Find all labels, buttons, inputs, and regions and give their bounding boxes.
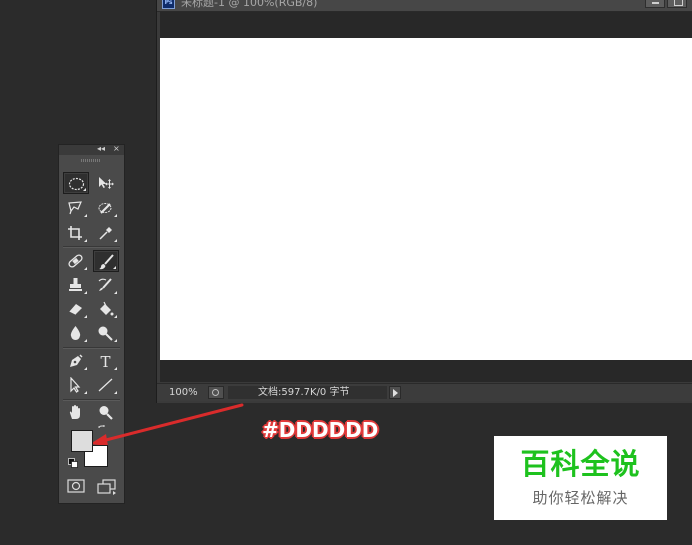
- document-window: Ps 未标题-1 @ 100%(RGB/8) 100% 文档:597.7K/0 …: [156, 0, 692, 403]
- tool-flyout-indicator: [114, 367, 117, 370]
- lasso-tool[interactable]: [63, 197, 89, 219]
- svg-text:T: T: [100, 353, 110, 369]
- tool-flyout-indicator: [113, 266, 116, 269]
- status-bar: 100% 文档:597.7K/0 字节: [157, 383, 692, 401]
- brush-tool[interactable]: [93, 250, 119, 272]
- status-options-icon[interactable]: [208, 386, 224, 399]
- tool-flyout-indicator: [84, 214, 87, 217]
- paint-bucket-icon: [100, 301, 114, 316]
- photoshop-app-icon: Ps: [162, 0, 175, 9]
- type-icon: T: [100, 353, 110, 369]
- tool-flyout-indicator: [114, 239, 117, 242]
- dodge-tool[interactable]: [93, 322, 119, 344]
- panel-grip[interactable]: [81, 159, 101, 162]
- blur-drop-icon: [70, 326, 81, 340]
- hand-tool[interactable]: [63, 401, 89, 423]
- document-title: 未标题-1 @ 100%(RGB/8): [181, 0, 318, 9]
- eraser-tool[interactable]: [63, 298, 89, 320]
- tool-flyout-indicator: [114, 339, 117, 342]
- tool-flyout-indicator: [114, 291, 117, 294]
- tools-panel: ◂◂ × T: [58, 144, 125, 504]
- zoom-icon: [99, 406, 113, 420]
- zoom-level[interactable]: 100%: [169, 385, 198, 400]
- tool-flyout-indicator: [114, 391, 117, 394]
- polygonal-lasso-icon: [68, 201, 82, 215]
- zoom-tool[interactable]: [93, 401, 119, 423]
- screen-root: Ps 未标题-1 @ 100%(RGB/8) 100% 文档:597.7K/0 …: [0, 0, 692, 545]
- tool-flyout-indicator: [84, 267, 87, 270]
- line-tool[interactable]: [93, 374, 119, 396]
- path-selection-tool[interactable]: [63, 374, 89, 396]
- elliptical-marquee-tool[interactable]: [63, 172, 89, 194]
- collapse-panel-icon[interactable]: ◂◂: [97, 143, 105, 155]
- dodge-icon: [98, 326, 113, 341]
- blur-tool[interactable]: [63, 322, 89, 344]
- history-brush-tool[interactable]: [93, 274, 119, 296]
- tools-divider: [63, 347, 120, 349]
- swap-colors-icon[interactable]: [97, 425, 107, 435]
- tool-flyout-indicator: [114, 315, 117, 318]
- quick-selection-icon: [98, 203, 112, 214]
- move-tool[interactable]: [93, 172, 119, 194]
- tools-divider: [63, 246, 120, 248]
- canvas[interactable]: [160, 38, 692, 360]
- clone-stamp-tool[interactable]: [63, 274, 89, 296]
- document-titlebar[interactable]: Ps 未标题-1 @ 100%(RGB/8): [157, 0, 692, 12]
- hand-icon: [69, 405, 80, 419]
- tool-flyout-indicator: [84, 339, 87, 342]
- tool-flyout-indicator: [84, 239, 87, 242]
- crop-tool[interactable]: [63, 222, 89, 244]
- tool-flyout-indicator: [83, 188, 86, 191]
- healing-brush-tool[interactable]: [63, 250, 89, 272]
- history-brush-icon: [98, 278, 112, 291]
- crop-icon: [68, 226, 82, 240]
- watermark-subtitle: 助你轻松解决: [532, 489, 629, 507]
- line-icon: [98, 378, 113, 392]
- quick-selection-tool[interactable]: [93, 197, 119, 219]
- move-icon: [99, 177, 114, 189]
- doc-info-text: 文档:597.7K/0 字节: [258, 387, 350, 398]
- tool-flyout-indicator: [84, 367, 87, 370]
- path-selection-icon: [70, 377, 81, 393]
- watermark-logo: 百科全说 助你轻松解决: [494, 436, 667, 520]
- tool-flyout-indicator: [114, 214, 117, 217]
- quick-mask-icon[interactable]: [67, 479, 85, 493]
- eyedropper-icon: [99, 227, 112, 240]
- watermark-title: 百科全说: [520, 447, 641, 481]
- tool-flyout-indicator: [84, 315, 87, 318]
- close-panel-icon[interactable]: ×: [113, 143, 120, 155]
- eraser-icon: [68, 304, 82, 316]
- stamp-icon: [69, 278, 82, 291]
- paint-bucket-tool[interactable]: [93, 298, 119, 320]
- foreground-color-swatch[interactable]: [71, 430, 93, 452]
- status-menu-arrow-icon[interactable]: [389, 386, 401, 399]
- maximize-button[interactable]: [667, 0, 687, 8]
- tool-flyout-indicator: [84, 391, 87, 394]
- screen-mode-icon[interactable]: [97, 479, 117, 495]
- tool-flyout-indicator: [84, 291, 87, 294]
- pen-icon: [70, 354, 83, 367]
- pen-tool[interactable]: [63, 350, 89, 372]
- default-colors-icon[interactable]: [68, 458, 78, 468]
- annotation-color-label: #DDDDDD: [262, 418, 379, 442]
- tools-panel-header[interactable]: ◂◂ ×: [59, 143, 124, 155]
- type-tool[interactable]: T: [93, 350, 119, 372]
- eyedropper-tool[interactable]: [93, 222, 119, 244]
- canvas-pasteboard[interactable]: [160, 12, 692, 382]
- minimize-button[interactable]: [645, 0, 665, 8]
- bandage-icon: [68, 254, 83, 268]
